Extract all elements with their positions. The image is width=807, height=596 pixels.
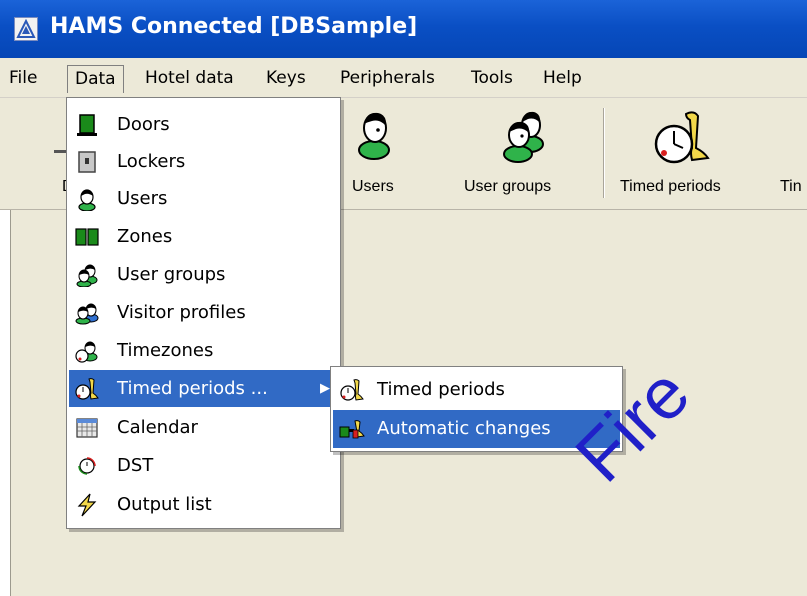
data-menu-item-output-list[interactable]: Output list bbox=[69, 486, 338, 523]
data-menu-label: Lockers bbox=[117, 151, 186, 172]
calendar-icon bbox=[76, 418, 98, 438]
toolbar-label-timezones: Tin bbox=[780, 178, 802, 195]
data-menu-label: DST bbox=[117, 455, 154, 476]
data-menu-label: Calendar bbox=[117, 417, 198, 438]
data-menu-label: User groups bbox=[117, 264, 226, 285]
data-menu-dropdown: Doors Lockers Users Zones User groups Vi… bbox=[66, 97, 341, 529]
title-bar[interactable]: HAMS Connected [DBSample] bbox=[0, 0, 807, 58]
zones-icon bbox=[75, 228, 99, 246]
data-menu-item-lockers[interactable]: Lockers bbox=[69, 143, 338, 180]
data-menu-item-zones[interactable]: Zones bbox=[69, 218, 338, 255]
automatic-changes-icon bbox=[339, 420, 365, 439]
app-logo-icon bbox=[14, 17, 38, 41]
data-menu-item-timed-periods[interactable]: Timed periods ... ▶ bbox=[69, 370, 338, 407]
data-menu-item-calendar[interactable]: Calendar bbox=[69, 409, 338, 446]
locker-icon bbox=[78, 151, 96, 173]
timed-period-icon bbox=[340, 379, 364, 401]
toolbar-label-user-groups: User groups bbox=[464, 178, 552, 195]
toolbar-button-timezones[interactable]: Tin bbox=[770, 98, 807, 210]
door-icon bbox=[77, 114, 97, 136]
data-menu-label: Timed periods ... bbox=[117, 378, 268, 399]
data-menu-label: Users bbox=[117, 188, 168, 209]
menu-file[interactable]: File bbox=[2, 65, 44, 93]
menu-bar: File Data Hotel data Keys Peripherals To… bbox=[0, 58, 807, 98]
toolbar-button-users[interactable]: Users bbox=[340, 98, 420, 210]
menu-peripherals[interactable]: Peripherals bbox=[333, 65, 442, 93]
menu-data[interactable]: Data bbox=[67, 65, 124, 93]
window-title: HAMS Connected [DBSample] bbox=[50, 14, 418, 39]
menu-tools[interactable]: Tools bbox=[464, 65, 520, 93]
data-menu-label: Timezones bbox=[117, 340, 214, 361]
menu-keys[interactable]: Keys bbox=[259, 65, 313, 93]
user-group-icon bbox=[503, 111, 544, 163]
submenu-label: Automatic changes bbox=[377, 418, 551, 439]
dst-icon bbox=[78, 457, 96, 475]
toolbar-button-user-groups[interactable]: User groups bbox=[460, 98, 590, 210]
lightning-icon bbox=[77, 493, 97, 517]
data-menu-label: Output list bbox=[117, 494, 212, 515]
data-menu-item-timezones[interactable]: Timezones bbox=[69, 332, 338, 369]
user-group-icon bbox=[76, 264, 98, 287]
timed-period-icon bbox=[654, 111, 710, 164]
toolbar-separator bbox=[603, 108, 605, 198]
data-menu-item-visitor-profiles[interactable]: Visitor profiles bbox=[69, 294, 338, 331]
submenu-item-timed-periods[interactable]: Timed periods bbox=[333, 371, 620, 409]
submenu-arrow-icon: ▶ bbox=[320, 381, 330, 396]
data-menu-label: Doors bbox=[117, 114, 170, 135]
user-icon bbox=[78, 189, 96, 211]
submenu-label: Timed periods bbox=[377, 379, 505, 400]
data-menu-label: Visitor profiles bbox=[117, 302, 246, 323]
toolbar-button-timed-periods[interactable]: Timed periods bbox=[612, 98, 762, 210]
data-menu-label: Zones bbox=[117, 226, 173, 247]
data-menu-item-doors[interactable]: Doors bbox=[69, 106, 338, 143]
timed-period-icon bbox=[75, 378, 99, 400]
toolbar-label-timed-periods: Timed periods bbox=[620, 178, 721, 195]
data-menu-item-user-groups[interactable]: User groups bbox=[69, 256, 338, 293]
toolbar-label-users: Users bbox=[352, 178, 394, 195]
data-menu-item-dst[interactable]: DST bbox=[69, 447, 338, 484]
menu-help[interactable]: Help bbox=[536, 65, 589, 93]
user-icon bbox=[358, 112, 390, 160]
data-menu-item-users[interactable]: Users bbox=[69, 180, 338, 217]
visitor-profiles-icon bbox=[75, 303, 99, 325]
timezone-icon bbox=[75, 341, 98, 363]
menu-hotel-data[interactable]: Hotel data bbox=[138, 65, 241, 93]
